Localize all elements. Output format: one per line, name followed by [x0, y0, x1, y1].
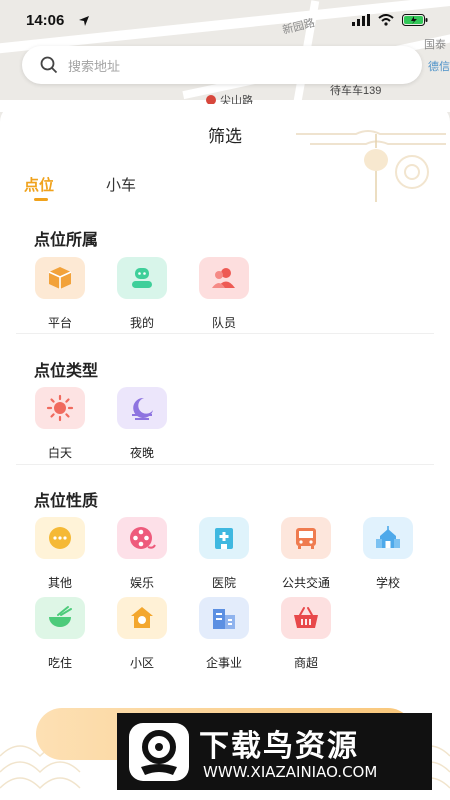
- section-title-type: 点位类型: [34, 363, 99, 380]
- tab-bar: 点位 小车: [24, 174, 188, 201]
- filter-item-day[interactable]: 白天: [20, 387, 100, 461]
- tab-indicator: [34, 198, 48, 201]
- wifi-icon: [378, 14, 394, 26]
- filter-item-community[interactable]: 小区: [102, 597, 182, 671]
- filter-item-label: 学校: [375, 576, 400, 590]
- search-placeholder: 搜索地址: [68, 58, 121, 74]
- filter-item-label: 平台: [47, 316, 72, 330]
- battery-icon: [402, 14, 428, 26]
- filter-item-food-lodging[interactable]: 吃住: [20, 597, 100, 671]
- section-divider: [16, 464, 434, 465]
- filter-item-label: 夜晚: [129, 446, 154, 460]
- filter-item-label: 白天: [47, 446, 72, 460]
- status-bar: 14:06: [0, 0, 450, 44]
- tab-cars[interactable]: 小车: [106, 174, 136, 195]
- user-icon: [117, 257, 167, 299]
- filter-item-label: 我的: [129, 316, 154, 330]
- filter-item-label: 其他: [47, 576, 72, 590]
- filter-item-label: 队员: [211, 316, 236, 330]
- film-icon: [117, 517, 167, 559]
- map-label: 德信: [428, 61, 450, 73]
- sun-icon: [35, 387, 85, 429]
- bowl-icon: [35, 597, 85, 639]
- section-title-ownership: 点位所属: [34, 232, 99, 249]
- filter-item-supermarket[interactable]: 商超: [266, 597, 346, 671]
- filter-item-transit[interactable]: 公共交通: [266, 517, 346, 591]
- filter-item-label: 医院: [211, 576, 236, 590]
- more-icon: [35, 517, 85, 559]
- school-icon: [363, 517, 413, 559]
- filter-item-team[interactable]: 队员: [184, 257, 264, 331]
- basket-icon: [281, 597, 331, 639]
- filter-item-mine[interactable]: 我的: [102, 257, 182, 331]
- tab-points[interactable]: 点位: [24, 174, 55, 201]
- hospital-icon: [199, 517, 249, 559]
- filter-item-label: 娱乐: [129, 576, 154, 590]
- watermark: 下载鸟资源 WWW.XIAZAINIAO.COM: [117, 713, 432, 790]
- status-time: 14:06: [26, 12, 65, 29]
- filter-item-hospital[interactable]: 医院: [184, 517, 264, 591]
- filter-item-label: 商超: [293, 656, 318, 670]
- moon-icon: [117, 387, 167, 429]
- filter-sheet: 筛选 点位 小车 点位所属 平台 我的 队员 点位类型 白天 夜晚 点位性质 其…: [0, 104, 450, 800]
- building-icon: [199, 597, 249, 639]
- bus-icon: [281, 517, 331, 559]
- signal-icon: [352, 14, 370, 26]
- tab-label: 点位: [24, 177, 55, 194]
- filter-item-label: 小区: [129, 656, 154, 670]
- filter-item-school[interactable]: 学校: [348, 517, 428, 591]
- sheet-title: 筛选: [208, 127, 242, 146]
- bird-logo-icon: [129, 723, 189, 781]
- filter-item-label: 公共交通: [281, 576, 330, 590]
- filter-item-enterprise[interactable]: 企事业: [184, 597, 264, 671]
- filter-item-label: 企事业: [205, 656, 242, 670]
- box-icon: [35, 257, 85, 299]
- watermark-url: WWW.XIAZAINIAO.COM: [203, 763, 378, 781]
- filter-item-night[interactable]: 夜晚: [102, 387, 182, 461]
- section-title-nature: 点位性质: [34, 493, 99, 510]
- map-label: 待车车139: [330, 85, 382, 97]
- team-icon: [199, 257, 249, 299]
- filter-item-other[interactable]: 其他: [20, 517, 100, 591]
- search-bar[interactable]: 搜索地址: [22, 46, 422, 84]
- tab-label: 小车: [106, 177, 137, 194]
- house-icon: [117, 597, 167, 639]
- watermark-brand: 下载鸟资源: [199, 729, 359, 764]
- location-arrow-icon: [79, 16, 89, 26]
- filter-item-platform[interactable]: 平台: [20, 257, 100, 331]
- section-divider: [16, 333, 434, 334]
- search-icon: [40, 56, 58, 74]
- filter-item-entertainment[interactable]: 娱乐: [102, 517, 182, 591]
- filter-item-label: 吃住: [47, 656, 72, 670]
